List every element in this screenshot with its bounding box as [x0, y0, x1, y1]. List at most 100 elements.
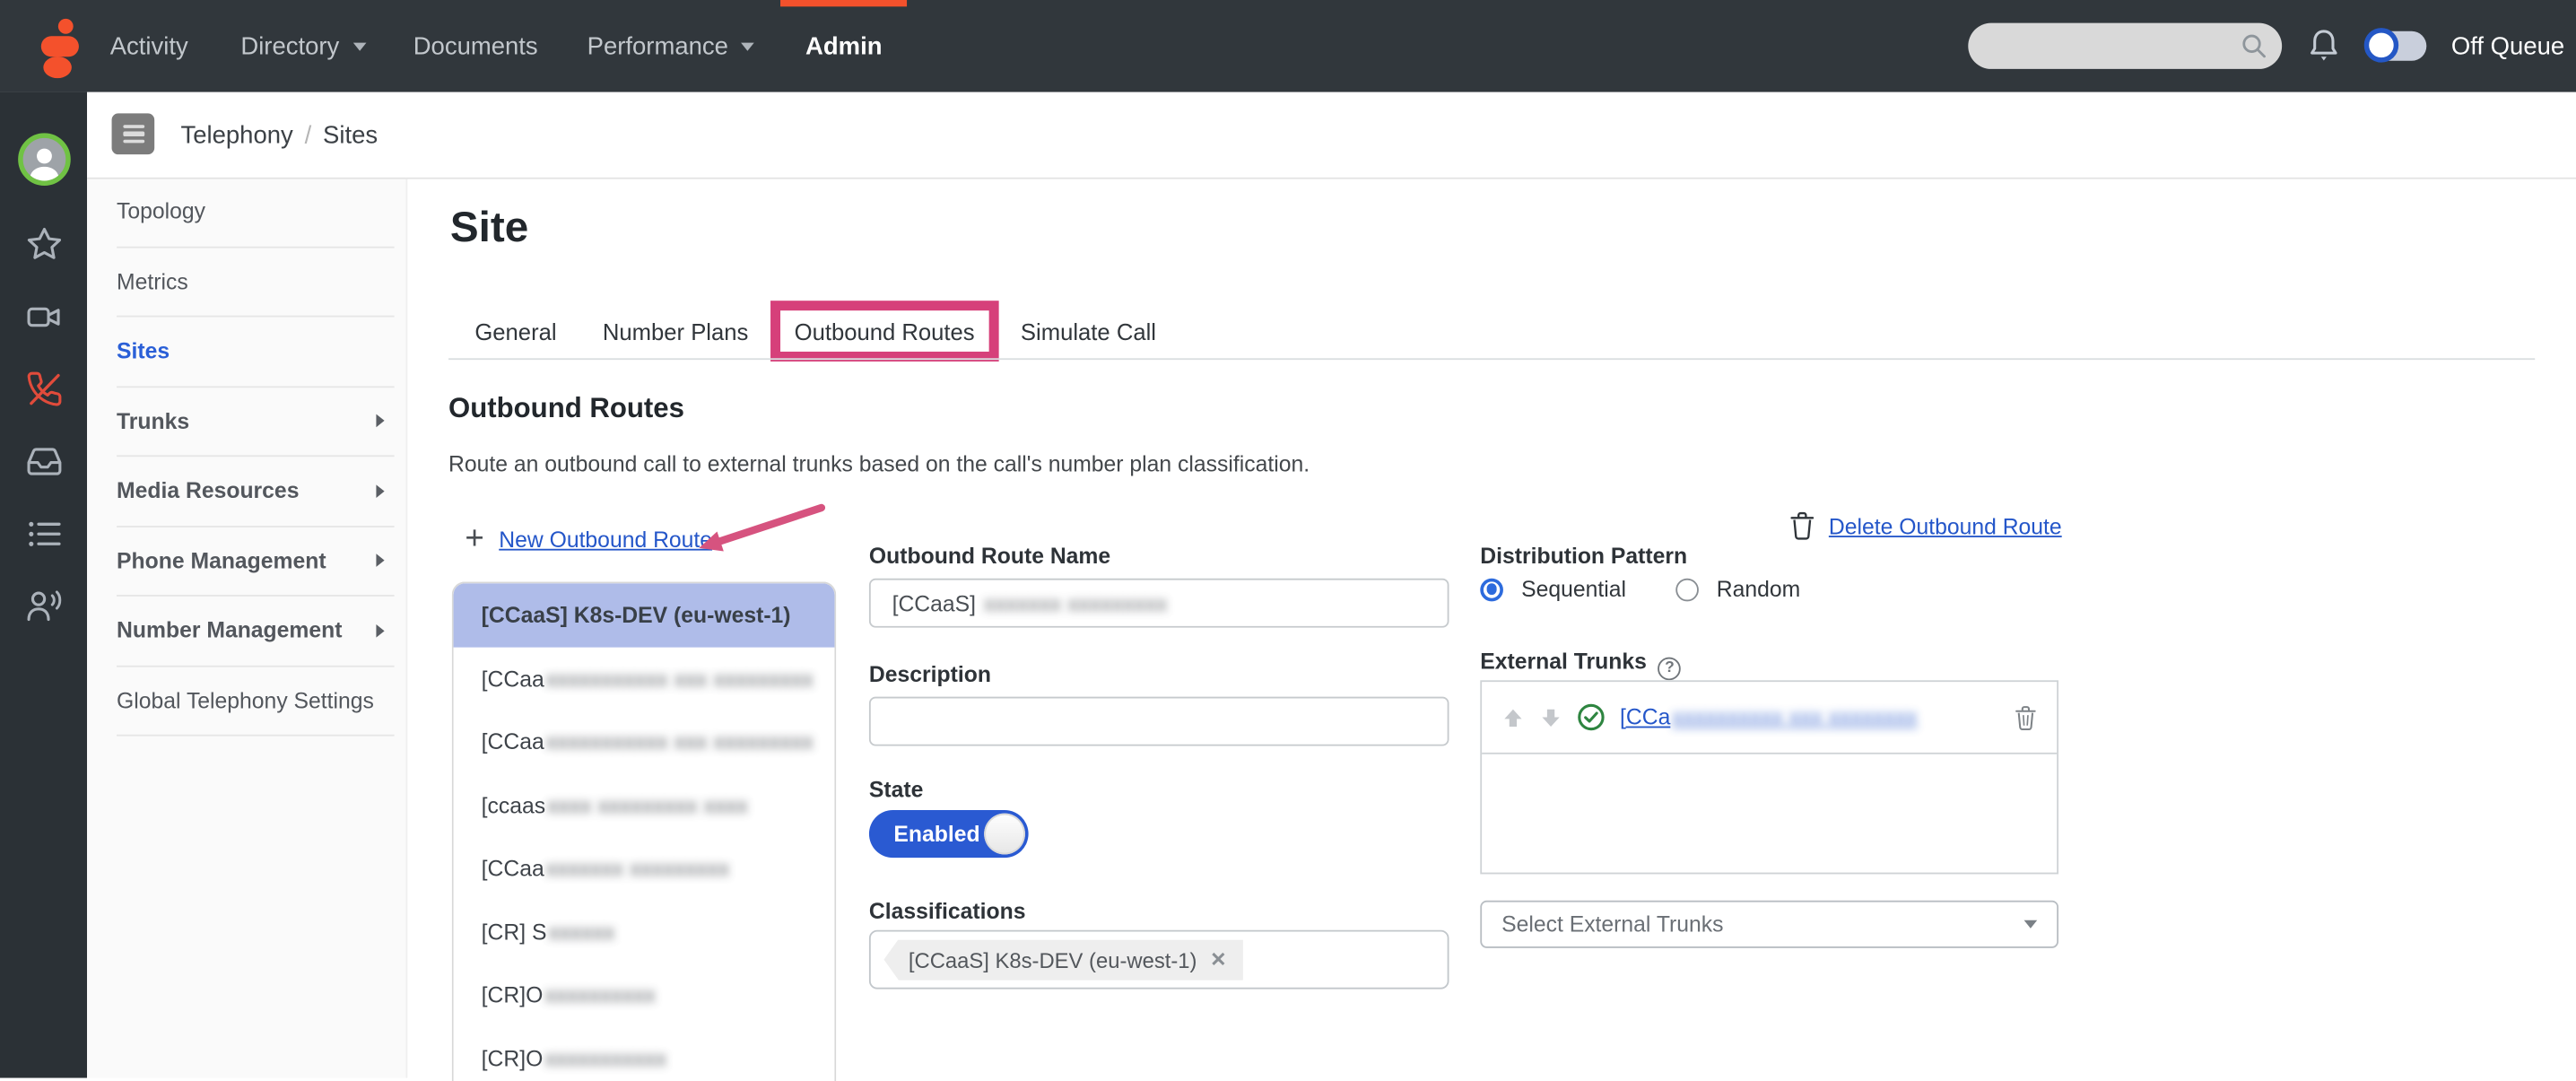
section-description: Route an outbound call to external trunk… [448, 452, 1310, 476]
tab-outbound-routes[interactable]: Outbound Routes [795, 318, 975, 344]
distribution-pattern-label: Distribution Pattern [1480, 544, 1687, 568]
description-input[interactable] [869, 697, 1449, 746]
breadcrumb-current: Sites [323, 121, 378, 149]
nav-item-documents[interactable]: Documents [413, 0, 538, 92]
help-icon[interactable]: ? [1658, 657, 1682, 680]
sidebar-item-phone-management[interactable]: Phone Management [117, 527, 395, 597]
sidebar-item-number-management[interactable]: Number Management [117, 597, 395, 667]
tab-simulate-call[interactable]: Simulate Call [1021, 318, 1156, 344]
nav-item-performance[interactable]: Performance [587, 0, 755, 92]
radio-random[interactable] [1675, 578, 1699, 601]
status-ok-icon [1577, 703, 1605, 731]
nav-item-activity[interactable]: Activity [110, 0, 188, 92]
move-down-icon[interactable] [1539, 706, 1562, 729]
nav-item-admin[interactable]: Admin [805, 0, 882, 92]
tabs-divider [448, 358, 2535, 360]
chevron-down-icon [742, 42, 755, 50]
user-avatar[interactable] [17, 133, 70, 186]
page-title: Site [450, 202, 528, 253]
sidebar-item-global-telephony-settings[interactable]: Global Telephony Settings [117, 667, 395, 737]
queue-status-toggle[interactable] [2366, 31, 2427, 61]
genesys-logo-icon[interactable] [22, 12, 91, 81]
external-trunks-label: External Trunks? [1480, 649, 1681, 679]
notifications-bell-icon[interactable] [2307, 27, 2341, 65]
search-input[interactable] [1968, 23, 2282, 69]
new-outbound-route-link[interactable]: + New Outbound Route [465, 524, 712, 554]
primary-nav: Activity Directory Documents Performance… [110, 0, 883, 92]
external-trunk-row: [CCaxxxxxxxxxx xxx xxxxxxxx [1482, 682, 2057, 754]
toggle-knob [2364, 28, 2398, 62]
tab-general[interactable]: General [474, 318, 556, 344]
description-label: Description [869, 662, 991, 686]
section-title: Outbound Routes [448, 393, 684, 426]
route-list-item[interactable]: [CR] Sxxxxxx [454, 901, 835, 964]
route-list-item[interactable]: [CCaaxxxxxxxxxxx xxx xxxxxxxxx [454, 648, 835, 711]
state-toggle-enabled[interactable]: Enabled [869, 810, 1029, 858]
sidebar-item-media-resources[interactable]: Media Resources [117, 457, 395, 527]
route-list-item[interactable]: [CR]Oxxxxxxxxxxx [454, 1027, 835, 1081]
move-up-icon[interactable] [1501, 706, 1525, 729]
redacted-text: xxxxxx [548, 920, 614, 944]
route-list-item[interactable]: [CCaaxxxxxxx xxxxxxxxx [454, 837, 835, 901]
top-navigation-bar: Activity Directory Documents Performance… [0, 0, 2576, 92]
redacted-text: xxxx xxxxxxxxx xxxx [547, 793, 748, 817]
route-list-item-selected[interactable]: [CCaaS] K8s-DEV (eu-west-1) [454, 583, 835, 647]
redacted-text: xxxxxxx xxxxxxxxx [984, 590, 1168, 615]
video-camera-icon[interactable] [24, 298, 64, 337]
redacted-text: xxxxxxxxxxx xxx xxxxxxxxx [546, 667, 814, 691]
breadcrumb-bar: Telephony / Sites [87, 92, 2576, 179]
distribution-pattern-radios: Sequential Random [1480, 577, 1800, 601]
remove-tag-icon[interactable]: ✕ [1210, 948, 1226, 972]
classifications-input[interactable]: [CCaaS] K8s-DEV (eu-west-1) ✕ [869, 930, 1449, 989]
agent-speaking-icon[interactable] [24, 587, 64, 626]
outbound-route-name-input[interactable]: [CCaaS] xxxxxxx xxxxxxxxx [869, 579, 1449, 628]
nav-item-directory[interactable]: Directory [240, 0, 365, 92]
chevron-right-icon [376, 624, 384, 638]
breadcrumb: Telephony / Sites [180, 92, 378, 178]
sidebar-item-metrics[interactable]: Metrics [117, 248, 395, 318]
list-icon[interactable] [24, 514, 64, 554]
sidebar-item-topology[interactable]: Topology [117, 178, 395, 248]
person-icon [22, 142, 65, 185]
select-external-trunks-dropdown[interactable]: Select External Trunks [1480, 901, 2058, 948]
external-trunk-link[interactable]: [CCaxxxxxxxxxx xxx xxxxxxxx [1620, 705, 1918, 729]
main-content: Site General Number Plans Outbound Route… [448, 178, 2537, 1078]
route-list-item[interactable]: [CCaaxxxxxxxxxxx xxx xxxxxxxxx [454, 710, 835, 774]
sidebar-item-trunks[interactable]: Trunks [117, 387, 395, 457]
trash-icon [1789, 511, 1815, 541]
breadcrumb-section[interactable]: Telephony [180, 121, 292, 149]
inbox-tray-icon[interactable] [24, 442, 64, 482]
toggle-knob [984, 814, 1025, 855]
tab-number-plans[interactable]: Number Plans [603, 318, 748, 344]
external-trunks-list: [CCaxxxxxxxxxx xxx xxxxxxxx [1480, 680, 2058, 874]
menu-hamburger-button[interactable] [112, 113, 155, 154]
breadcrumb-separator: / [305, 121, 312, 149]
remove-trunk-trash-icon[interactable] [2015, 704, 2038, 730]
search-icon [2240, 31, 2269, 61]
route-list-item[interactable]: [CR]Oxxxxxxxxxx [454, 963, 835, 1027]
state-label: State [869, 777, 923, 801]
redacted-text: xxxxxxx xxxxxxxxx [546, 857, 730, 881]
radio-random-label[interactable]: Random [1717, 577, 1800, 601]
chevron-right-icon [376, 414, 384, 428]
topbar-right-controls: Off Queue [1968, 0, 2564, 92]
favorites-star-icon[interactable] [24, 225, 64, 265]
telephony-sidebar: Topology Metrics Sites Trunks Media Reso… [87, 178, 407, 1078]
redacted-text: xxxxxxxxxx xxx xxxxxxxx [1672, 705, 1917, 729]
app-window: Activity Directory Documents Performance… [0, 0, 2576, 1078]
redacted-text: xxxxxxxxxx [544, 983, 656, 1007]
radio-sequential-label[interactable]: Sequential [1521, 577, 1626, 601]
redacted-text: xxxxxxxxxxx xxx xxxxxxxxx [546, 730, 814, 754]
left-icon-rail [0, 92, 87, 1078]
radio-sequential[interactable] [1480, 578, 1503, 601]
queue-status-label: Off Queue [2451, 32, 2564, 60]
redacted-text: xxxxxxxxxxx [544, 1046, 666, 1070]
route-list-item[interactable]: [ccaasxxxx xxxxxxxxx xxxx [454, 774, 835, 838]
sidebar-item-sites[interactable]: Sites [117, 318, 395, 388]
global-search [1968, 23, 2282, 69]
plus-icon: + [465, 524, 483, 554]
chevron-right-icon [376, 554, 384, 568]
chevron-down-icon [2024, 920, 2038, 928]
phone-disabled-icon[interactable] [24, 370, 64, 409]
delete-outbound-route-link[interactable]: Delete Outbound Route [1480, 511, 2061, 541]
